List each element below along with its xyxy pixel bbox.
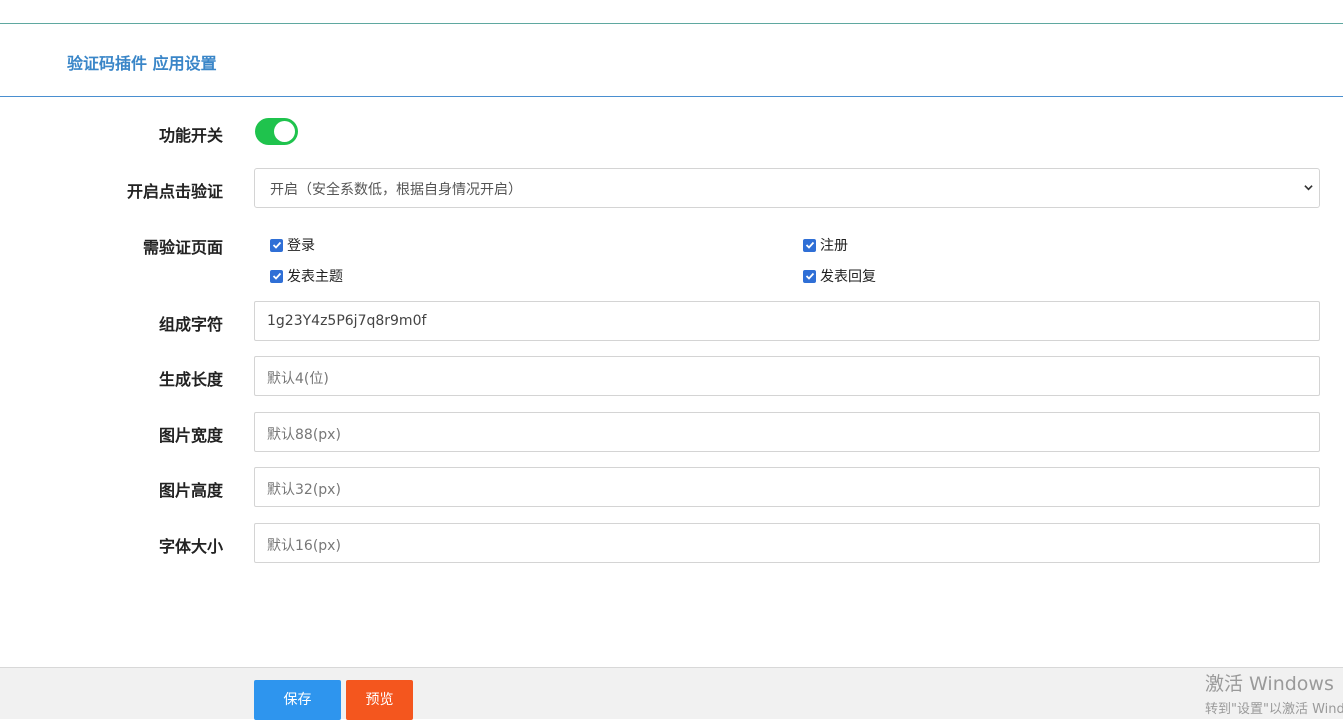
font-size-placeholder: 默认16(px): [267, 538, 341, 554]
feature-switch-toggle[interactable]: [255, 118, 298, 145]
checkbox-checked-icon: [803, 269, 816, 283]
page-header: 验证码插件 应用设置: [0, 24, 1343, 97]
checkbox-checked-icon: [270, 238, 283, 252]
toggle-knob: [274, 121, 295, 142]
length-placeholder: 默认4(位): [267, 371, 329, 387]
checkbox-label: 登录: [287, 238, 315, 254]
watermark-line1: 激活 Windows: [1205, 673, 1334, 695]
checkbox-register[interactable]: 注册: [803, 235, 848, 255]
click-verify-label: 开启点击验证: [126, 182, 223, 201]
click-verify-select[interactable]: 开启（安全系数低，根据自身情况开启）: [254, 168, 1320, 208]
checkbox-post-reply[interactable]: 发表回复: [803, 266, 876, 286]
preview-button[interactable]: 预览: [346, 680, 413, 720]
img-height-input[interactable]: 默认32(px): [254, 467, 1320, 507]
img-height-placeholder: 默认32(px): [267, 482, 341, 498]
img-width-input[interactable]: 默认88(px): [254, 412, 1320, 452]
checkbox-label: 注册: [820, 238, 848, 254]
feature-switch-label: 功能开关: [158, 126, 223, 145]
checkbox-post-topic[interactable]: 发表主题: [270, 266, 343, 286]
font-size-label: 字体大小: [158, 537, 223, 556]
length-input[interactable]: 默认4(位): [254, 356, 1320, 396]
save-button[interactable]: 保存: [254, 680, 341, 720]
length-label: 生成长度: [158, 370, 223, 389]
font-size-input[interactable]: 默认16(px): [254, 523, 1320, 563]
checkbox-login[interactable]: 登录: [270, 235, 315, 255]
checkbox-checked-icon: [803, 238, 816, 252]
charset-value: 1g23Y4z5P6j7q8r9m0f: [267, 313, 427, 329]
footer-bar: 保存 预览: [0, 667, 1343, 720]
checkbox-checked-icon: [270, 269, 283, 283]
charset-input[interactable]: 1g23Y4z5P6j7q8r9m0f: [254, 301, 1320, 341]
img-width-label: 图片宽度: [158, 426, 223, 445]
charset-label: 组成字符: [158, 315, 223, 334]
verify-pages-label: 需验证页面: [142, 238, 223, 257]
watermark-line2: 转到"设置"以激活 Windows。: [1205, 702, 1343, 717]
click-verify-selected: 开启（安全系数低，根据自身情况开启）: [270, 182, 522, 198]
checkbox-label: 发表回复: [820, 269, 876, 285]
img-height-label: 图片高度: [158, 481, 223, 500]
windows-activation-watermark: 激活 Windows 转到"设置"以激活 Windows。: [1205, 669, 1343, 717]
img-width-placeholder: 默认88(px): [267, 427, 341, 443]
checkbox-label: 发表主题: [287, 269, 343, 285]
chevron-down-icon: [1304, 185, 1313, 191]
page-title: 验证码插件 应用设置: [67, 54, 217, 73]
